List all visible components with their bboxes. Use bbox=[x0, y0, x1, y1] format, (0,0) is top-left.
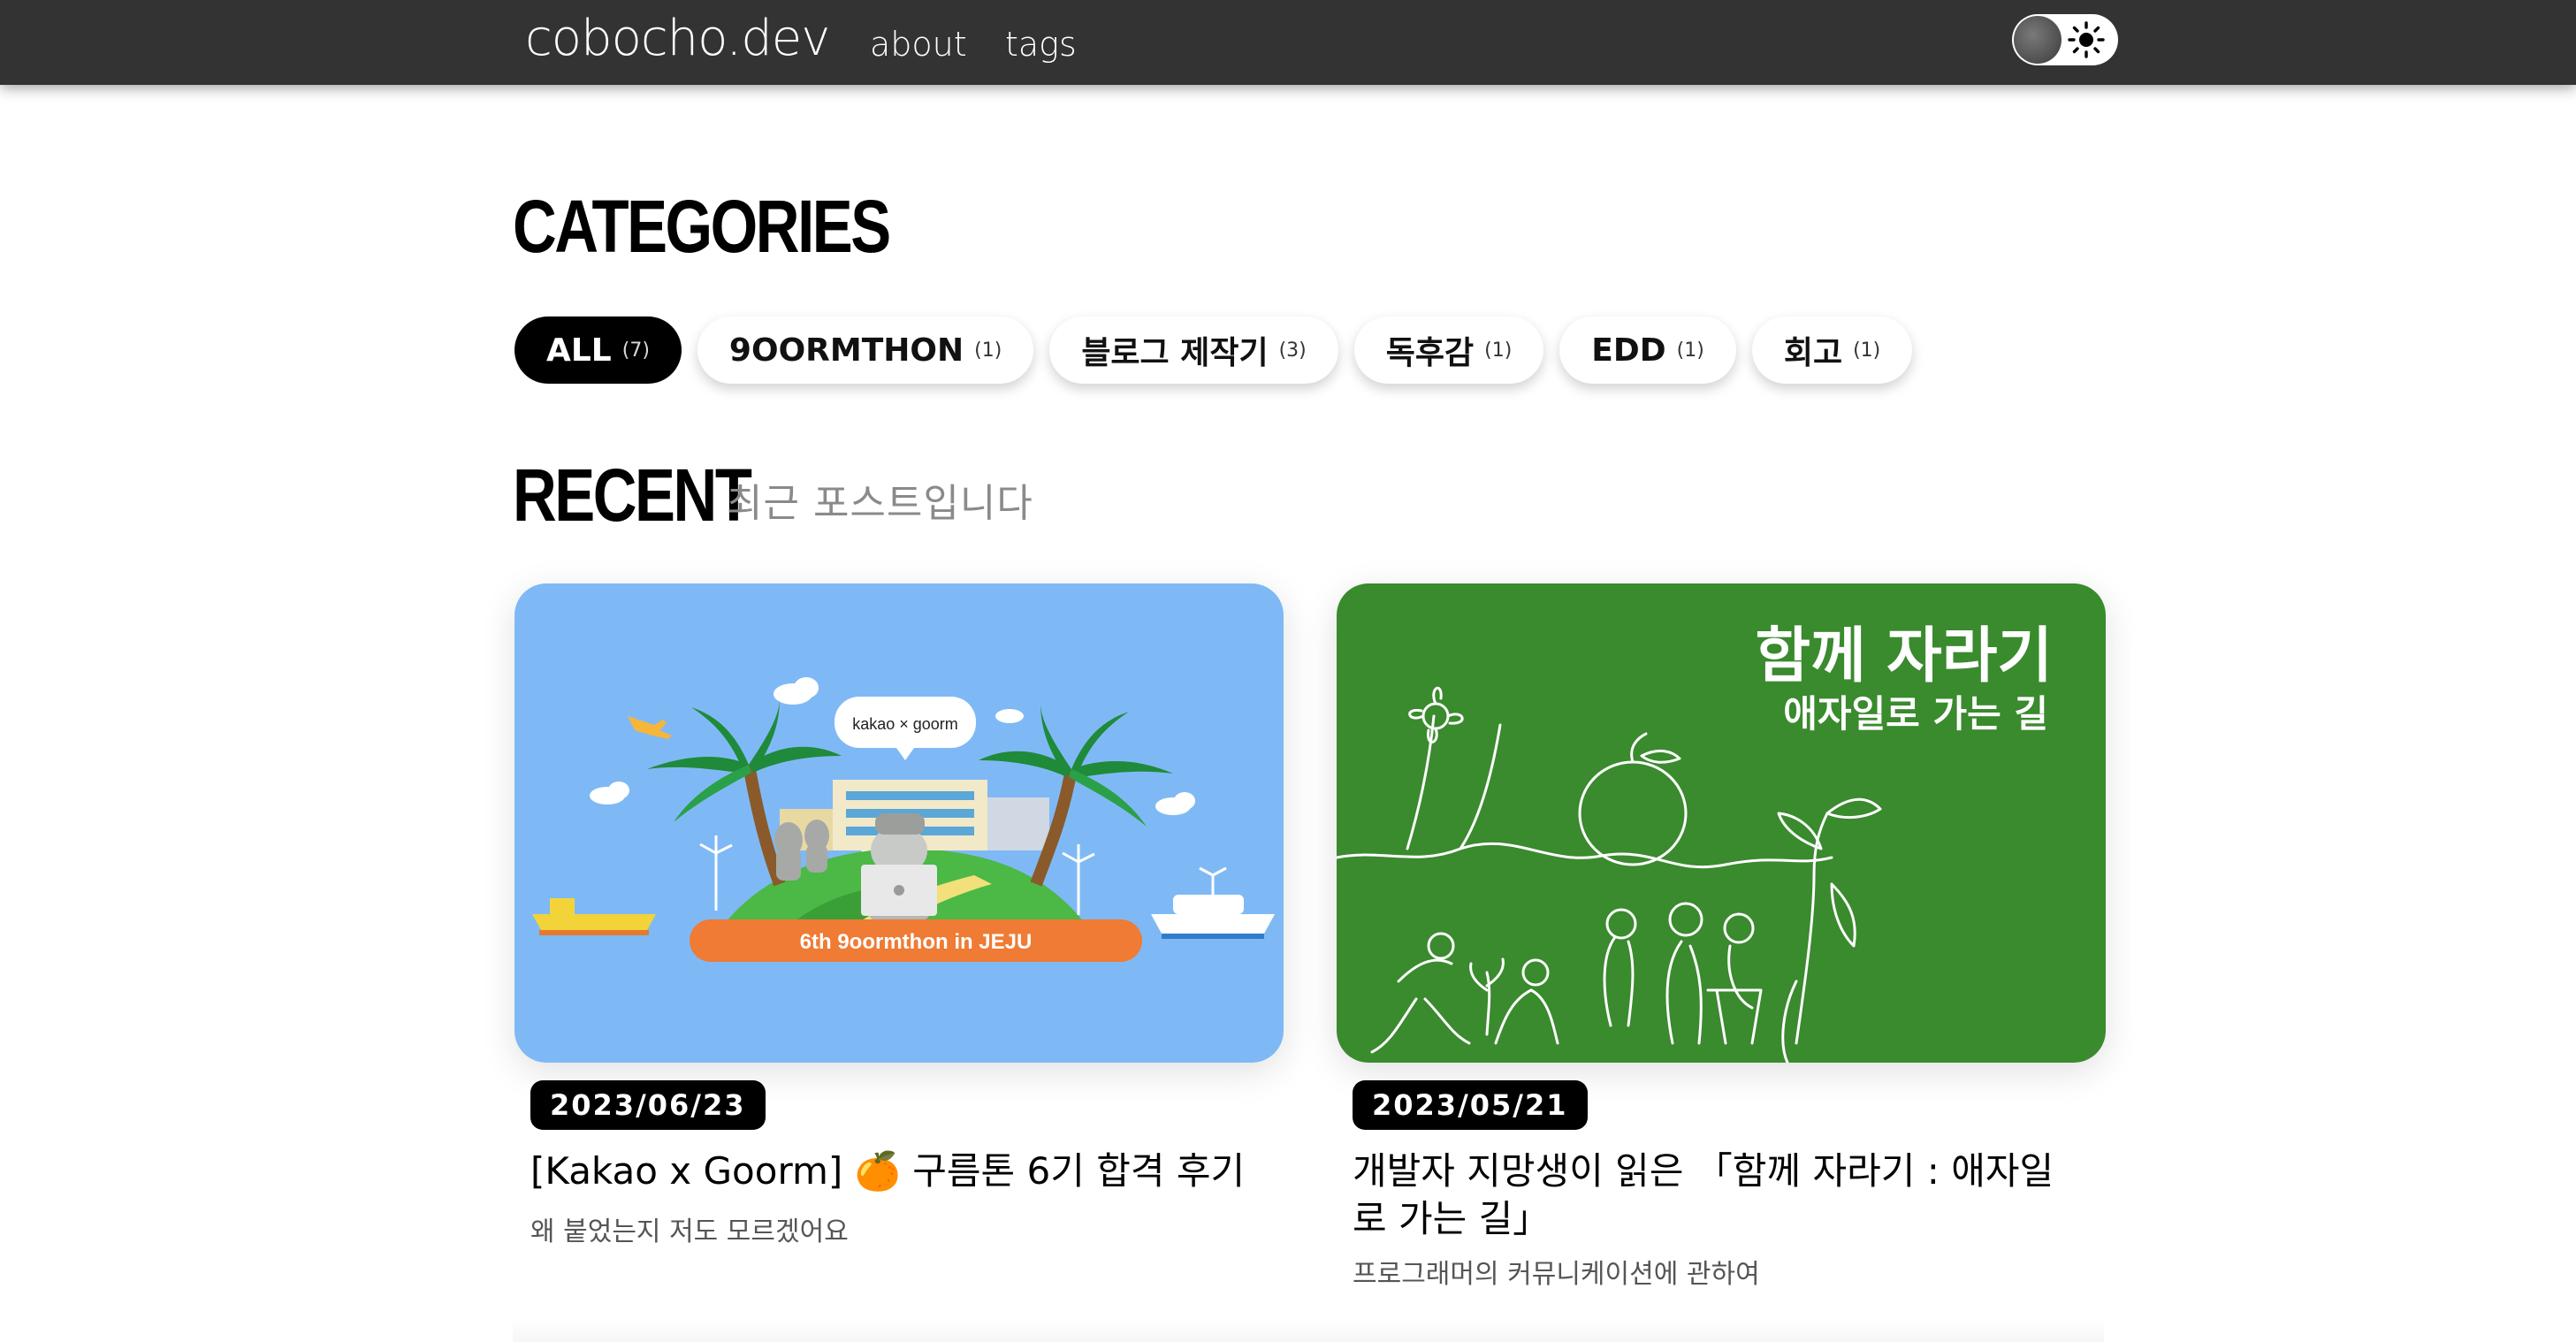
toggle-knob bbox=[2014, 16, 2062, 64]
post-thumbnail[interactable]: 함께 자라기 애자일로 가는 길 bbox=[1337, 583, 2106, 1063]
category-chip-blog-making[interactable]: 블로그 제작기 (3) bbox=[1049, 316, 1338, 384]
post-description: 프로그래머의 커뮤니케이션에 관하여 bbox=[1353, 1259, 1760, 1290]
post-date-badge: 2023/06/23 bbox=[530, 1080, 766, 1130]
categories-heading: CATEGORIES bbox=[513, 185, 891, 268]
next-row-hint bbox=[513, 1317, 2104, 1342]
chip-count: (7) bbox=[621, 339, 650, 362]
post-title[interactable]: [Kakao x Goorm] 🍊 구름톤 6기 합격 후기 bbox=[530, 1148, 1255, 1195]
chip-label: 블로그 제작기 bbox=[1081, 335, 1269, 371]
category-chip-9oormthon[interactable]: 9OORMTHON (1) bbox=[697, 316, 1034, 384]
post-title[interactable]: 개발자 지망생이 읽은 「함께 자라기 : 애자일로 가는 길」 bbox=[1353, 1148, 2077, 1243]
thumbnail-subheadline: 애자일로 가는 길 bbox=[1783, 692, 2048, 736]
thumbnail-banner-text: 6th 9oormthon in JEJU bbox=[800, 930, 1033, 954]
chip-label: ALL bbox=[546, 332, 612, 369]
nav-about-link[interactable]: about bbox=[870, 19, 967, 69]
post-description: 왜 붙었는지 저도 모르겠어요 bbox=[530, 1216, 849, 1247]
chip-count: (3) bbox=[1278, 339, 1307, 362]
recent-subtitle: 최근 포스트입니다 bbox=[727, 481, 1033, 526]
post-thumbnail[interactable]: kakao × goorm 6th 9oormthon in JEJU bbox=[514, 583, 1284, 1063]
thumbnail-bubble-text: kakao × goorm bbox=[852, 715, 958, 733]
chip-label: EDD bbox=[1591, 332, 1666, 369]
nav-tags-link[interactable]: tags bbox=[1005, 19, 1077, 69]
thumbnail-headline: 함께 자라기 bbox=[1756, 621, 2053, 691]
sun-icon bbox=[2068, 21, 2105, 58]
goormthon-illustration: kakao × goorm 6th 9oormthon in JEJU bbox=[514, 583, 1284, 1063]
theme-toggle[interactable] bbox=[2012, 14, 2118, 65]
chip-count: (1) bbox=[1484, 339, 1513, 362]
chip-label: 회고 bbox=[1783, 335, 1843, 371]
recent-heading: RECENT bbox=[513, 454, 752, 537]
chip-label: 독후감 bbox=[1385, 335, 1475, 371]
chip-count: (1) bbox=[974, 339, 1002, 362]
category-chip-edd[interactable]: EDD (1) bbox=[1559, 316, 1736, 384]
category-chip-book-review[interactable]: 독후감 (1) bbox=[1353, 316, 1544, 384]
chip-count: (1) bbox=[1853, 339, 1881, 362]
category-chip-all[interactable]: ALL (7) bbox=[514, 316, 682, 384]
category-chip-list: ALL (7) 9OORMTHON (1) 블로그 제작기 (3) 독후감 (1… bbox=[514, 316, 1913, 385]
chip-label: 9OORMTHON bbox=[728, 332, 964, 369]
site-logo[interactable]: cobocho.dev bbox=[525, 4, 830, 74]
chip-count: (1) bbox=[1676, 339, 1704, 362]
book-cover-illustration: 함께 자라기 애자일로 가는 길 bbox=[1337, 583, 2106, 1063]
category-chip-retrospective[interactable]: 회고 (1) bbox=[1751, 316, 1913, 384]
post-card[interactable]: 함께 자라기 애자일로 가는 길 2023/05/21 개발자 지망생이 읽은 … bbox=[1337, 583, 2106, 1290]
post-date-badge: 2023/05/21 bbox=[1353, 1080, 1588, 1130]
post-card[interactable]: kakao × goorm 6th 9oormthon in JEJU 2023… bbox=[514, 583, 1284, 1247]
top-navbar: cobocho.dev about tags bbox=[0, 0, 2576, 85]
